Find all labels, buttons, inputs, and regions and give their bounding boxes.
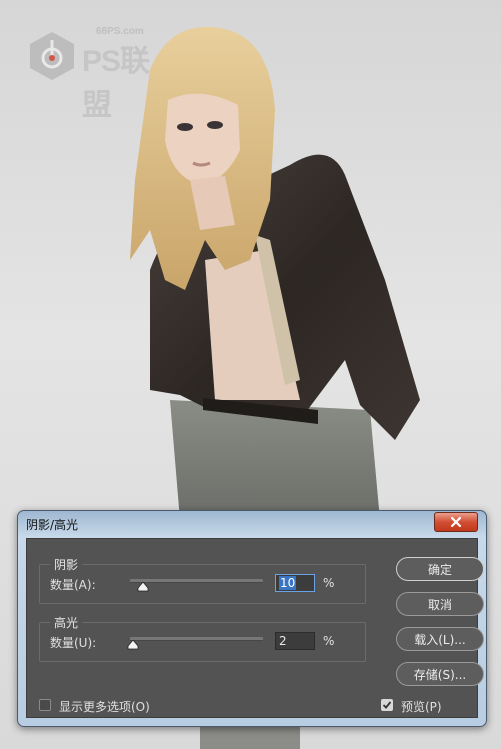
highlights-amount-label: 数量(U): — [50, 636, 97, 650]
ok-button[interactable]: 确定 — [396, 557, 484, 581]
checkmark-icon — [382, 701, 392, 709]
cancel-button[interactable]: 取消 — [396, 592, 484, 616]
shadows-percent-unit: % — [323, 576, 335, 590]
shadows-slider-thumb-icon[interactable] — [137, 582, 149, 592]
dialog-title: 阴影/高光 — [26, 518, 79, 532]
show-more-options-checkbox[interactable] — [39, 699, 51, 711]
show-more-options-label: 显示更多选项(O) — [59, 700, 150, 714]
highlights-legend: 高光 — [54, 616, 79, 630]
dialog-client: 阴影 数量(A): 10 % 高光 数量(U): 2 % 确定 取消 载入(L)… — [26, 538, 484, 718]
ps-logo-icon — [30, 32, 74, 80]
highlights-amount-slider[interactable] — [130, 637, 263, 641]
watermark-brand: PS联盟 — [82, 45, 150, 122]
shadows-amount-value: 10 — [279, 576, 297, 590]
load-button[interactable]: 载入(L)... — [396, 627, 484, 651]
close-button[interactable] — [434, 512, 478, 532]
preview-checkbox[interactable] — [381, 699, 393, 711]
preview-label: 预览(P) — [401, 700, 442, 714]
close-icon — [450, 516, 462, 528]
watermark: 68PS.com PS联盟 — [26, 26, 166, 122]
title-bar[interactable]: 阴影/高光 — [18, 511, 486, 537]
save-button[interactable]: 存储(S)... — [396, 662, 484, 686]
shadows-legend: 阴影 — [54, 558, 79, 572]
shadows-amount-label: 数量(A): — [50, 578, 96, 592]
highlights-slider-thumb-icon[interactable] — [127, 640, 139, 650]
highlights-percent-unit: % — [323, 634, 335, 648]
shadows-amount-input[interactable]: 10 — [275, 574, 315, 592]
shadows-highlights-dialog: 阴影/高光 阴影 数量(A): 10 % 高光 数量(U): 2 % 确定 取消… — [17, 510, 487, 727]
shadows-amount-slider[interactable] — [130, 579, 263, 583]
highlights-amount-input[interactable]: 2 — [275, 632, 315, 650]
highlights-amount-value: 2 — [279, 634, 287, 648]
